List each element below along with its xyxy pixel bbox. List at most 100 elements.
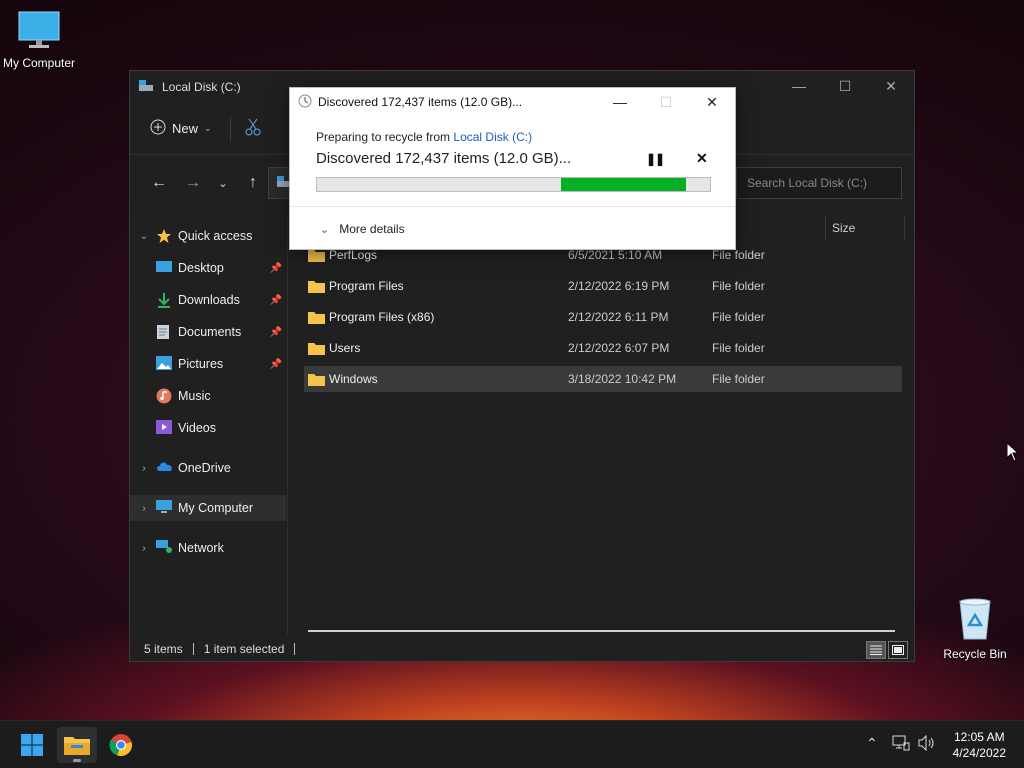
sidebar-item-documents[interactable]: Documents 📌 bbox=[130, 319, 286, 345]
folder-icon bbox=[308, 342, 325, 355]
file-date: 3/18/2022 10:42 PM bbox=[568, 372, 677, 386]
pause-button[interactable]: ❚❚ bbox=[646, 152, 665, 166]
details-view-button[interactable] bbox=[866, 641, 886, 659]
new-label: New bbox=[172, 121, 199, 136]
sidebar-item-label: Network bbox=[178, 541, 224, 555]
sidebar-item-music[interactable]: Music bbox=[130, 383, 286, 409]
recycle-progress-dialog: Discovered 172,437 items (12.0 GB)... — … bbox=[289, 87, 736, 250]
file-row[interactable]: Program Files 2/12/2022 6:19 PM File fol… bbox=[304, 273, 902, 299]
up-button[interactable]: ↑ bbox=[238, 168, 268, 198]
column-size[interactable]: Size bbox=[825, 215, 861, 241]
dialog-minimize-button[interactable]: — bbox=[597, 88, 643, 116]
sidebar-item-quick-access[interactable]: ⌄ Quick access bbox=[130, 223, 286, 249]
file-date: 2/12/2022 6:19 PM bbox=[568, 279, 670, 293]
new-button[interactable]: New ⌄ bbox=[150, 119, 212, 138]
status-separator bbox=[294, 643, 296, 655]
minimize-button[interactable]: — bbox=[776, 71, 822, 101]
system-clock[interactable]: 12:05 AM 4/24/2022 bbox=[953, 729, 1006, 761]
back-button[interactable]: ← bbox=[144, 168, 174, 198]
window-title: Local Disk (C:) bbox=[162, 80, 241, 94]
column-divider[interactable] bbox=[904, 215, 905, 241]
discovered-status: Discovered 172,437 items (12.0 GB)... bbox=[316, 150, 572, 167]
windows-logo-icon bbox=[21, 734, 43, 756]
pin-icon[interactable]: 📌 bbox=[270, 327, 282, 338]
taskbar-file-explorer[interactable] bbox=[57, 727, 97, 763]
forward-button[interactable]: → bbox=[178, 168, 208, 198]
file-row[interactable]: Users 2/12/2022 6:07 PM File folder bbox=[304, 335, 902, 361]
expand-chevron-icon[interactable]: › bbox=[136, 543, 152, 554]
file-row[interactable]: Program Files (x86) 2/12/2022 6:11 PM Fi… bbox=[304, 304, 902, 330]
search-placeholder: Search Local Disk (C:) bbox=[747, 176, 868, 190]
scissors-icon bbox=[245, 118, 261, 136]
file-date: 6/5/2021 5:10 AM bbox=[568, 248, 663, 262]
document-icon bbox=[156, 324, 172, 340]
sidebar-item-label: Desktop bbox=[178, 261, 224, 275]
sidebar-item-label: Quick access bbox=[178, 229, 253, 243]
more-details-label: More details bbox=[339, 222, 405, 236]
chevron-down-icon: ⌄ bbox=[320, 223, 330, 236]
sidebar-item-downloads[interactable]: Downloads 📌 bbox=[130, 287, 286, 313]
sidebar-item-onedrive[interactable]: › OneDrive bbox=[130, 455, 286, 481]
pause-icon: ❚❚ bbox=[646, 152, 665, 166]
expand-chevron-icon[interactable]: ⌄ bbox=[136, 231, 152, 242]
cancel-operation-button[interactable]: ✕ bbox=[696, 150, 708, 167]
folder-icon bbox=[308, 280, 325, 293]
expand-chevron-icon[interactable]: › bbox=[136, 463, 152, 474]
horizontal-scrollbar[interactable] bbox=[308, 630, 895, 632]
show-hidden-icons-button[interactable]: ⌃ bbox=[866, 735, 878, 752]
cut-button[interactable] bbox=[245, 118, 261, 139]
sidebar-item-label: Music bbox=[178, 389, 211, 403]
pin-icon[interactable]: 📌 bbox=[270, 263, 282, 274]
desktop-folder-icon bbox=[156, 260, 172, 276]
recent-locations-button[interactable]: ⌄ bbox=[208, 168, 238, 198]
network-icon bbox=[156, 540, 172, 556]
sidebar-item-pictures[interactable]: Pictures 📌 bbox=[130, 351, 286, 377]
more-details-toggle[interactable]: ⌄ More details bbox=[320, 222, 405, 236]
sidebar-item-videos[interactable]: Videos bbox=[130, 415, 286, 441]
sidebar-item-label: My Computer bbox=[178, 501, 254, 515]
taskbar: ⌃ 12:05 AM 4/24/2022 bbox=[0, 720, 1024, 768]
close-button[interactable]: ✕ bbox=[868, 71, 914, 101]
dialog-divider bbox=[290, 206, 735, 207]
maximize-button[interactable]: ☐ bbox=[822, 71, 868, 101]
preparing-prefix: Preparing to recycle from bbox=[316, 130, 454, 144]
clock-date: 4/24/2022 bbox=[952, 746, 1006, 760]
clock-time: 12:05 AM bbox=[953, 730, 1005, 744]
volume-icon[interactable] bbox=[918, 734, 936, 754]
sidebar-item-label: Downloads bbox=[178, 293, 240, 307]
taskbar-chrome[interactable] bbox=[101, 727, 141, 763]
large-icons-view-button[interactable] bbox=[888, 641, 908, 659]
dialog-titlebar[interactable]: Discovered 172,437 items (12.0 GB)... — … bbox=[290, 88, 735, 116]
file-name: Users bbox=[329, 341, 361, 355]
details-view-icon bbox=[870, 645, 882, 655]
desktop-icon-my-computer[interactable]: My Computer bbox=[0, 10, 84, 70]
download-icon bbox=[156, 292, 172, 308]
sidebar-item-my-computer[interactable]: › My Computer bbox=[130, 495, 286, 521]
file-name: Program Files bbox=[329, 279, 404, 293]
selection-count: 1 item selected bbox=[203, 642, 285, 656]
sidebar-item-desktop[interactable]: Desktop 📌 bbox=[130, 255, 286, 281]
file-explorer-icon bbox=[64, 737, 90, 755]
expand-chevron-icon[interactable]: › bbox=[136, 503, 152, 514]
folder-icon bbox=[308, 249, 325, 262]
tiles-view-icon bbox=[892, 645, 904, 655]
progress-bar bbox=[316, 177, 711, 192]
music-icon bbox=[156, 388, 172, 404]
monitor-icon bbox=[156, 500, 172, 516]
start-button[interactable] bbox=[12, 727, 52, 763]
desktop-icon-recycle-bin[interactable]: Recycle Bin bbox=[930, 597, 1020, 661]
close-icon: ✕ bbox=[696, 150, 708, 166]
monitor-icon bbox=[17, 10, 61, 50]
network-status-icon[interactable] bbox=[892, 735, 910, 754]
sidebar-item-network[interactable]: › Network bbox=[130, 535, 286, 561]
progress-fill bbox=[560, 178, 687, 191]
sidebar-item-label: Documents bbox=[178, 325, 242, 339]
pin-icon[interactable]: 📌 bbox=[270, 295, 282, 306]
file-date: 2/12/2022 6:11 PM bbox=[568, 310, 669, 324]
file-row-selected[interactable]: Windows 3/18/2022 10:42 PM File folder bbox=[304, 366, 902, 392]
dialog-close-button[interactable]: ✕ bbox=[689, 88, 735, 116]
pin-icon[interactable]: 📌 bbox=[270, 359, 282, 370]
search-input[interactable]: Search Local Disk (C:) bbox=[736, 167, 902, 199]
status-bar: 5 items 1 item selected bbox=[130, 637, 914, 661]
source-location-link[interactable]: Local Disk (C:) bbox=[453, 130, 532, 144]
